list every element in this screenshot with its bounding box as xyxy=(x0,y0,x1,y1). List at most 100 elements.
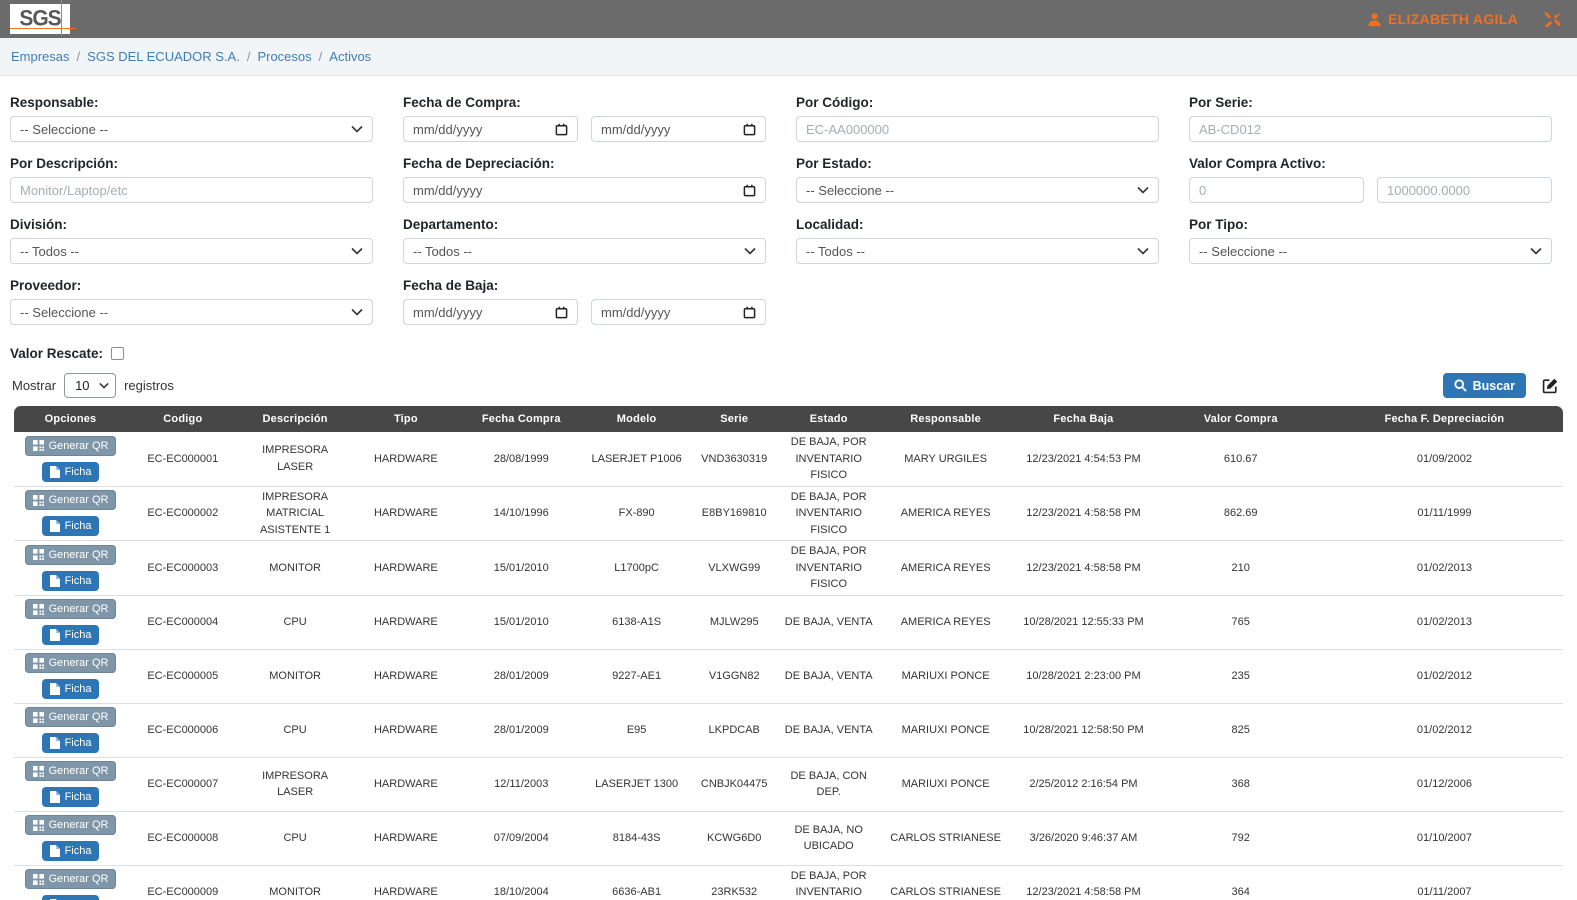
generar-qr-button[interactable]: Generar QR xyxy=(25,545,117,565)
cell-codigo: EC-EC000001 xyxy=(127,432,239,486)
cell-responsable: AMERICA REYES xyxy=(880,486,1012,541)
division-select[interactable]: -- Todos -- xyxy=(10,238,373,264)
generar-qr-button[interactable]: Generar QR xyxy=(25,599,117,619)
document-icon xyxy=(50,683,60,695)
por-descripcion-input[interactable] xyxy=(10,177,373,203)
table-row: Generar QR Ficha EC-EC000005 MONITOR HAR… xyxy=(14,649,1563,703)
table-header-row: Opciones Codigo Descripción Tipo Fecha C… xyxy=(14,406,1563,432)
tools-icon[interactable] xyxy=(1544,11,1561,28)
cell-fecha-compra: 15/01/2010 xyxy=(460,541,582,596)
breadcrumb-activos[interactable]: Activos xyxy=(329,49,371,64)
breadcrumb-empresa-actual[interactable]: SGS DEL ECUADOR S.A. xyxy=(87,49,240,64)
proveedor-select[interactable]: -- Seleccione -- xyxy=(10,299,373,325)
calendar-icon xyxy=(555,306,568,319)
cell-modelo: 6138-A1S xyxy=(582,595,690,649)
cell-tipo: HARDWARE xyxy=(352,595,460,649)
column-header-fecha-baja: Fecha Baja xyxy=(1011,406,1155,432)
ficha-button[interactable]: Ficha xyxy=(42,733,100,753)
table-row: Generar QR Ficha EC-EC000002 IMPRESORA M… xyxy=(14,486,1563,541)
qr-icon xyxy=(33,495,44,506)
column-header-valor-compra: Valor Compra xyxy=(1156,406,1326,432)
fecha-compra-hasta-input[interactable]: mm/dd/yyyy xyxy=(591,116,766,142)
generar-qr-button[interactable]: Generar QR xyxy=(25,436,117,456)
table-row: Generar QR Ficha EC-EC000001 IMPRESORA L… xyxy=(14,432,1563,486)
cell-fecha-f-depreciacion: 01/02/2012 xyxy=(1326,703,1563,757)
breadcrumb-procesos[interactable]: Procesos xyxy=(257,49,311,64)
por-tipo-select[interactable]: -- Seleccione -- xyxy=(1189,238,1552,264)
generar-qr-button[interactable]: Generar QR xyxy=(25,707,117,727)
ficha-button[interactable]: Ficha xyxy=(42,679,100,699)
fecha-depreciacion-input[interactable]: mm/dd/yyyy xyxy=(403,177,766,203)
cell-estado: DE BAJA, POR INVENTARIO FISICO xyxy=(778,432,880,486)
cell-modelo: 9227-AE1 xyxy=(582,649,690,703)
cell-serie: E8BY169810 xyxy=(691,486,778,541)
ficha-button[interactable]: Ficha xyxy=(42,571,100,591)
valor-compra-max-input[interactable] xyxy=(1377,177,1552,203)
qr-icon xyxy=(33,766,44,777)
qr-icon xyxy=(33,874,44,885)
cell-tipo: HARDWARE xyxy=(352,432,460,486)
breadcrumb-empresas[interactable]: Empresas xyxy=(11,49,70,64)
cell-descripcion: MONITOR xyxy=(239,541,352,596)
cell-responsable: CARLOS STRIANESE xyxy=(880,865,1012,900)
fecha-baja-desde-input[interactable]: mm/dd/yyyy xyxy=(403,299,578,325)
cell-codigo: EC-EC000003 xyxy=(127,541,239,596)
breadcrumb: Empresas / SGS DEL ECUADOR S.A. / Proces… xyxy=(0,38,1577,76)
cell-modelo: LASERJET 1300 xyxy=(582,757,690,811)
qr-icon xyxy=(33,712,44,723)
cell-fecha-baja: 12/23/2021 4:54:53 PM xyxy=(1011,432,1155,486)
generar-qr-button[interactable]: Generar QR xyxy=(25,653,117,673)
cell-descripcion: CPU xyxy=(239,811,352,865)
page-size-select[interactable]: 10 xyxy=(64,373,116,398)
cell-valor-compra: 210 xyxy=(1156,541,1326,596)
fecha-baja-hasta-input[interactable]: mm/dd/yyyy xyxy=(591,299,766,325)
filter-panel: Responsable: -- Seleccione -- Fecha de C… xyxy=(0,76,1577,361)
cell-serie: VLXWG99 xyxy=(691,541,778,596)
ficha-button[interactable]: Ficha xyxy=(42,787,100,807)
cell-responsable: MARIUXI PONCE xyxy=(880,703,1012,757)
calendar-icon xyxy=(555,123,568,136)
departamento-select[interactable]: -- Todos -- xyxy=(403,238,766,264)
localidad-label: Localidad: xyxy=(796,217,1159,232)
cell-serie: MJLW295 xyxy=(691,595,778,649)
responsable-select[interactable]: -- Seleccione -- xyxy=(10,116,373,142)
qr-icon xyxy=(33,440,44,451)
edit-icon[interactable] xyxy=(1542,377,1559,394)
buscar-button[interactable]: Buscar xyxy=(1443,373,1526,398)
generar-qr-button[interactable]: Generar QR xyxy=(25,490,117,510)
cell-fecha-baja: 12/23/2021 4:58:58 PM xyxy=(1011,486,1155,541)
localidad-select[interactable]: -- Todos -- xyxy=(796,238,1159,264)
sgs-logo-text: SGS xyxy=(19,6,60,31)
por-serie-input[interactable] xyxy=(1189,116,1552,142)
generar-qr-button[interactable]: Generar QR xyxy=(25,761,117,781)
table-row: Generar QR Ficha EC-EC000008 CPU HARDWAR… xyxy=(14,811,1563,865)
cell-valor-compra: 862.69 xyxy=(1156,486,1326,541)
proveedor-label: Proveedor: xyxy=(10,278,373,293)
qr-icon xyxy=(33,604,44,615)
table-row: Generar QR Ficha EC-EC000009 MONITOR HAR… xyxy=(14,865,1563,900)
cell-estado: DE BAJA, CON DEP. xyxy=(778,757,880,811)
document-icon xyxy=(50,629,60,641)
cell-codigo: EC-EC000004 xyxy=(127,595,239,649)
por-estado-select[interactable]: -- Seleccione -- xyxy=(796,177,1159,203)
generar-qr-button[interactable]: Generar QR xyxy=(25,869,117,889)
por-descripcion-label: Por Descripción: xyxy=(10,156,373,171)
ficha-button[interactable]: Ficha xyxy=(42,841,100,861)
chevron-down-icon xyxy=(744,247,756,255)
cell-fecha-f-depreciacion: 01/11/1999 xyxy=(1326,486,1563,541)
user-menu[interactable]: ELIZABETH AGILA xyxy=(1367,11,1518,27)
generar-qr-button[interactable]: Generar QR xyxy=(25,815,117,835)
cell-fecha-baja: 10/28/2021 12:55:33 PM xyxy=(1011,595,1155,649)
valor-compra-min-input[interactable] xyxy=(1189,177,1364,203)
assets-table: Opciones Codigo Descripción Tipo Fecha C… xyxy=(14,406,1563,900)
cell-modelo: L1700pC xyxy=(582,541,690,596)
fecha-compra-desde-input[interactable]: mm/dd/yyyy xyxy=(403,116,578,142)
document-icon xyxy=(50,737,60,749)
ficha-button[interactable]: Ficha xyxy=(42,462,100,482)
ficha-button[interactable]: Ficha xyxy=(42,516,100,536)
valor-rescate-checkbox[interactable] xyxy=(111,347,124,360)
ficha-button[interactable]: Ficha xyxy=(42,625,100,645)
por-codigo-input[interactable] xyxy=(796,116,1159,142)
ficha-button[interactable]: Ficha xyxy=(42,895,100,900)
document-icon xyxy=(50,466,60,478)
